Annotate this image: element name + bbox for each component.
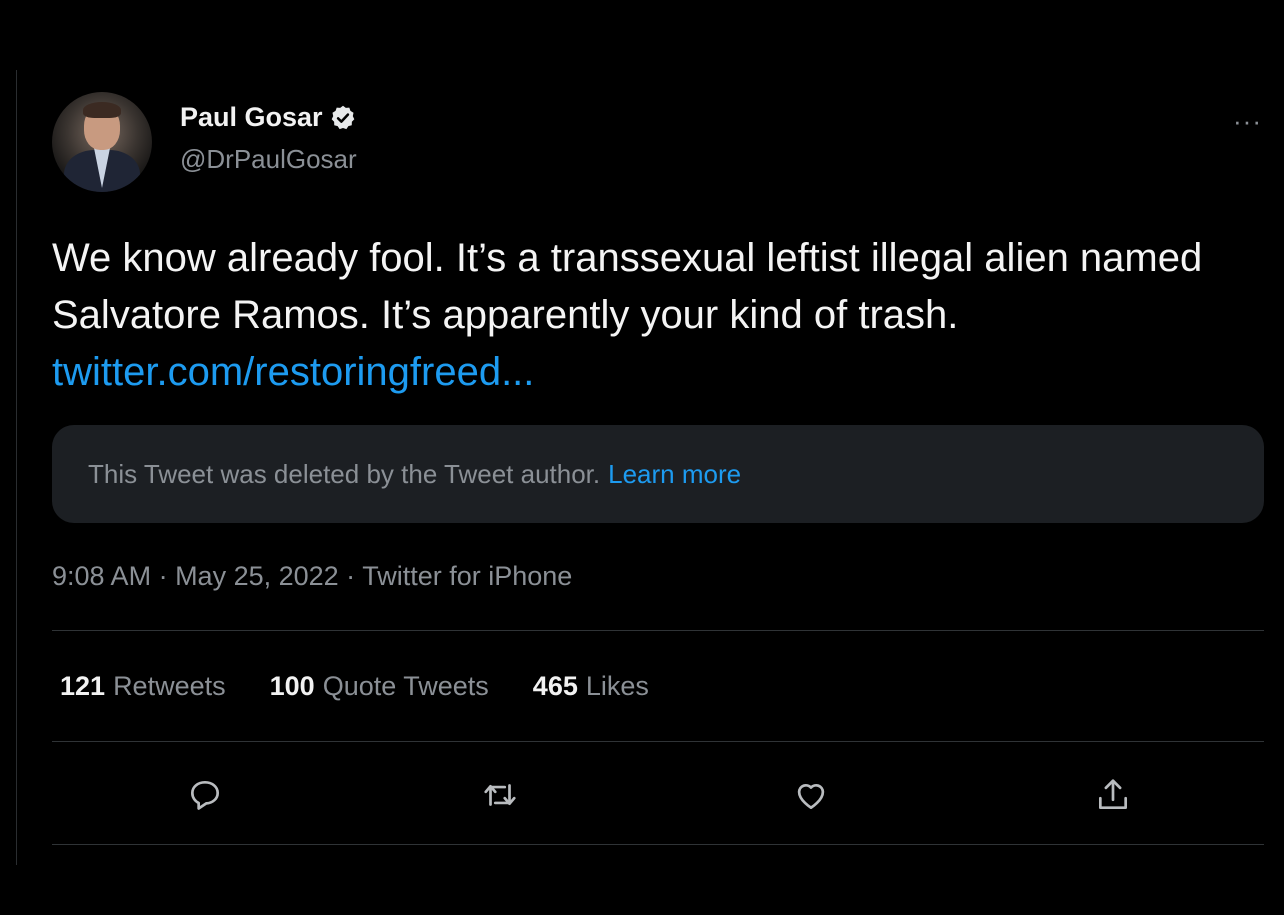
quote-tweets-stat[interactable]: 100 Quote Tweets bbox=[270, 671, 489, 702]
avatar-hair bbox=[83, 102, 121, 118]
tweet-link[interactable]: twitter.com/restoringfreed... bbox=[52, 350, 534, 394]
author-handle[interactable]: @DrPaulGosar bbox=[180, 144, 357, 175]
meta-separator: · bbox=[151, 561, 176, 591]
tweet-body: We know already fool. It’s a transsexual… bbox=[52, 236, 1203, 337]
like-icon[interactable] bbox=[792, 776, 830, 814]
likes-stat[interactable]: 465 Likes bbox=[533, 671, 649, 702]
retweets-label: Retweets bbox=[113, 670, 226, 701]
retweets-count: 121 bbox=[60, 670, 106, 701]
tweet: Paul Gosar @DrPaulGosar ··· We know alre… bbox=[52, 86, 1264, 845]
more-options-icon[interactable]: ··· bbox=[1233, 106, 1262, 137]
tweet-date[interactable]: May 25, 2022 bbox=[175, 561, 339, 591]
tweet-meta: 9:08 AM · May 25, 2022 · Twitter for iPh… bbox=[52, 561, 1264, 592]
retweets-stat[interactable]: 121 Retweets bbox=[60, 671, 226, 702]
likes-label: Likes bbox=[585, 670, 649, 701]
tweet-time[interactable]: 9:08 AM bbox=[52, 561, 151, 591]
meta-separator: · bbox=[338, 561, 363, 591]
deleted-notice: This Tweet was deleted by the Tweet auth… bbox=[88, 458, 601, 489]
divider bbox=[52, 844, 1264, 845]
tweet-text: We know already fool. It’s a transsexual… bbox=[52, 206, 1264, 401]
deleted-quote-card: This Tweet was deleted by the Tweet auth… bbox=[52, 425, 1264, 523]
avatar[interactable] bbox=[52, 92, 152, 192]
name-row: Paul Gosar bbox=[180, 102, 357, 133]
likes-count: 465 bbox=[532, 670, 578, 701]
share-icon[interactable] bbox=[1094, 776, 1132, 814]
verified-badge-icon bbox=[331, 105, 354, 129]
tweet-header: Paul Gosar @DrPaulGosar ··· bbox=[52, 86, 1264, 206]
retweet-icon[interactable] bbox=[481, 776, 519, 814]
tweet-source: Twitter for iPhone bbox=[362, 561, 573, 591]
learn-more-link[interactable]: Learn more bbox=[608, 459, 741, 490]
action-bar bbox=[52, 742, 1264, 844]
author-name[interactable]: Paul Gosar bbox=[180, 102, 323, 133]
stats-row: 121 Retweets 100 Quote Tweets 465 Likes bbox=[52, 631, 1264, 741]
timeline-rule bbox=[16, 70, 17, 865]
quote-tweets-label: Quote Tweets bbox=[322, 670, 489, 701]
quote-tweets-count: 100 bbox=[269, 670, 315, 701]
reply-icon[interactable] bbox=[186, 776, 224, 814]
